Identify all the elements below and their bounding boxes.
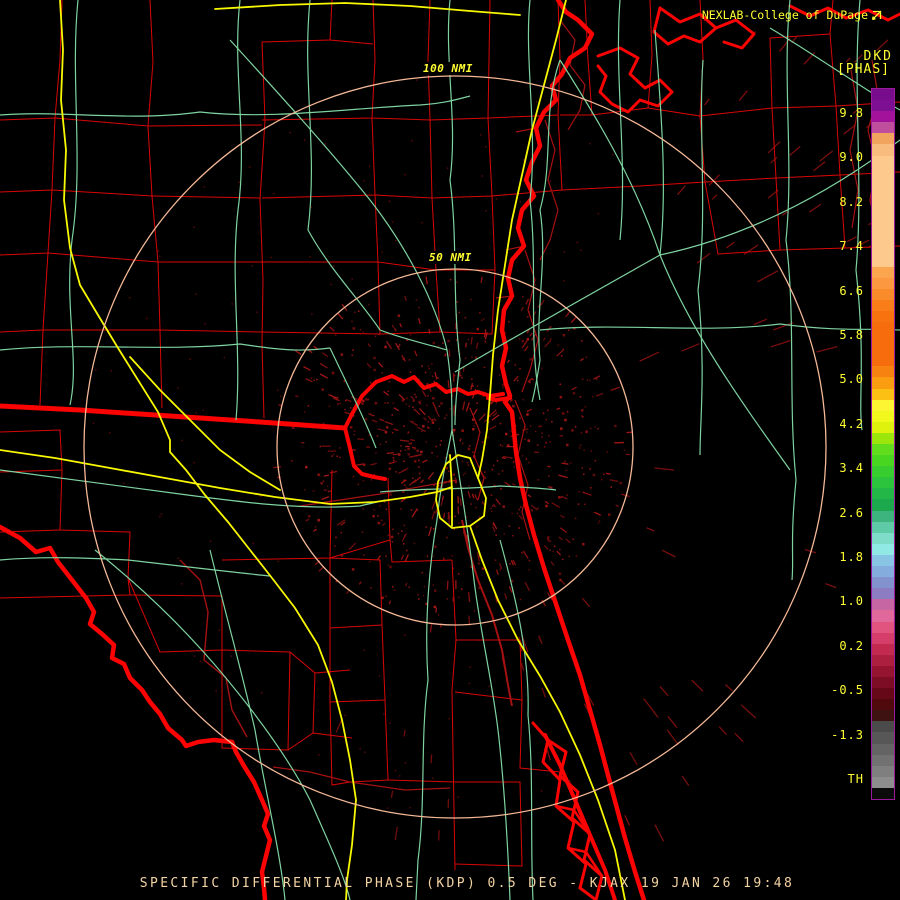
color-scale-block	[872, 532, 894, 544]
color-scale-tick: 8.2	[839, 194, 864, 209]
color-scale-tick: 4.2	[839, 416, 864, 431]
color-scale-block	[872, 100, 894, 112]
color-scale-tick: 7.4	[839, 239, 864, 254]
color-scale-block	[872, 732, 894, 744]
color-scale-tick: TH	[847, 772, 864, 786]
color-scale-block	[872, 222, 894, 234]
color-scale-block	[872, 244, 894, 256]
color-scale-tick: 9.8	[839, 106, 864, 120]
color-scale-block	[872, 444, 894, 456]
color-scale-block	[872, 455, 894, 467]
color-scale-block	[872, 466, 894, 478]
color-scale-block	[872, 488, 894, 500]
color-scale-block	[872, 188, 894, 200]
color-scale-block	[872, 610, 894, 622]
color-scale-block	[872, 477, 894, 489]
color-scale-block	[872, 654, 894, 666]
color-scale-tick: 1.8	[839, 550, 864, 564]
color-scale-tick: 6.6	[839, 283, 864, 298]
color-scale-block	[872, 710, 894, 722]
color-scale-tick: 0.2	[839, 638, 864, 653]
color-scale-block	[872, 432, 894, 444]
color-scale-block	[872, 588, 894, 600]
color-scale-block	[872, 299, 894, 311]
color-scale-block	[872, 89, 894, 101]
color-scale-block	[872, 554, 894, 567]
color-scale-block	[872, 521, 894, 533]
color-scale-tick: -1.3	[831, 727, 864, 742]
color-scale-block	[872, 721, 894, 733]
color-scale-block	[872, 177, 894, 189]
color-scale-block	[872, 787, 894, 799]
color-scale-tick: 9.0	[839, 150, 864, 165]
color-scale-tick: -0.5	[831, 683, 864, 698]
color-scale-block	[872, 410, 894, 422]
color-scale-block	[872, 155, 894, 167]
color-scale-block	[872, 366, 894, 378]
color-scale-tick: 3.4	[839, 461, 864, 476]
color-scale-block	[872, 676, 894, 689]
range-ring-label-50nmi: 50 NMI	[427, 251, 474, 264]
color-scale-block	[872, 688, 894, 700]
color-scale-block	[872, 288, 894, 300]
color-scale-block	[872, 643, 894, 655]
color-scale-block	[872, 510, 894, 522]
color-scale-block	[872, 665, 894, 677]
color-scale-block	[872, 399, 894, 411]
color-scale-block	[872, 499, 894, 511]
color-scale-block	[872, 333, 894, 345]
color-scale-tick: 1.0	[839, 594, 864, 609]
brand-header: NEXLAB-College of DuPage	[702, 8, 882, 22]
range-ring-label-100nmi: 100 NMI	[421, 62, 475, 75]
color-scale-block	[872, 621, 894, 633]
color-scale-block	[872, 776, 894, 788]
coastline-and-state-line	[0, 0, 900, 900]
color-scale-block	[872, 377, 894, 389]
color-scale-block	[872, 754, 894, 766]
color-scale-block	[872, 321, 894, 334]
brand-text: NEXLAB-College of DuPage	[701, 8, 868, 22]
color-scale-block	[872, 255, 894, 267]
roads-secondary	[0, 0, 900, 900]
color-scale-block	[872, 310, 894, 322]
radar-map	[0, 0, 900, 900]
color-scale-block	[872, 266, 894, 278]
color-scale-block	[872, 577, 894, 589]
color-scale-block	[872, 211, 894, 223]
color-scale-block	[872, 599, 894, 611]
color-scale-block	[872, 199, 894, 212]
color-scale-block	[872, 421, 894, 433]
color-scale-block	[872, 233, 894, 245]
color-scale-tick: 5.0	[839, 372, 864, 387]
color-scale-tick: 5.8	[839, 328, 864, 342]
color-scale-block	[872, 388, 894, 400]
color-scale-block	[872, 743, 894, 755]
color-scale-block	[872, 765, 894, 777]
color-scale-block	[872, 355, 894, 367]
color-scale-block	[872, 632, 894, 644]
color-scale-block	[872, 543, 894, 555]
color-scale-block	[872, 566, 894, 578]
radar-echo-speckles	[92, 10, 890, 842]
dupage-logo-icon	[871, 10, 882, 20]
color-scale-block	[872, 111, 894, 123]
color-scale-block	[872, 699, 894, 711]
color-scale-block	[872, 344, 894, 356]
color-scale-tick: 2.6	[839, 505, 864, 520]
color-scale-block	[872, 133, 894, 145]
radar-display: NEXLAB-College of DuPage DKD [PHAS] 100 …	[0, 0, 900, 900]
color-scale-block	[872, 277, 894, 289]
color-scale-block	[872, 144, 894, 156]
color-scale-block	[872, 166, 894, 178]
color-scale-bar	[871, 88, 895, 800]
color-scale-block	[872, 122, 894, 134]
units-label: [PHAS]	[837, 62, 890, 77]
product-status-line: SPECIFIC DIFFERENTIAL PHASE (KDP) 0.5 DE…	[139, 876, 795, 891]
